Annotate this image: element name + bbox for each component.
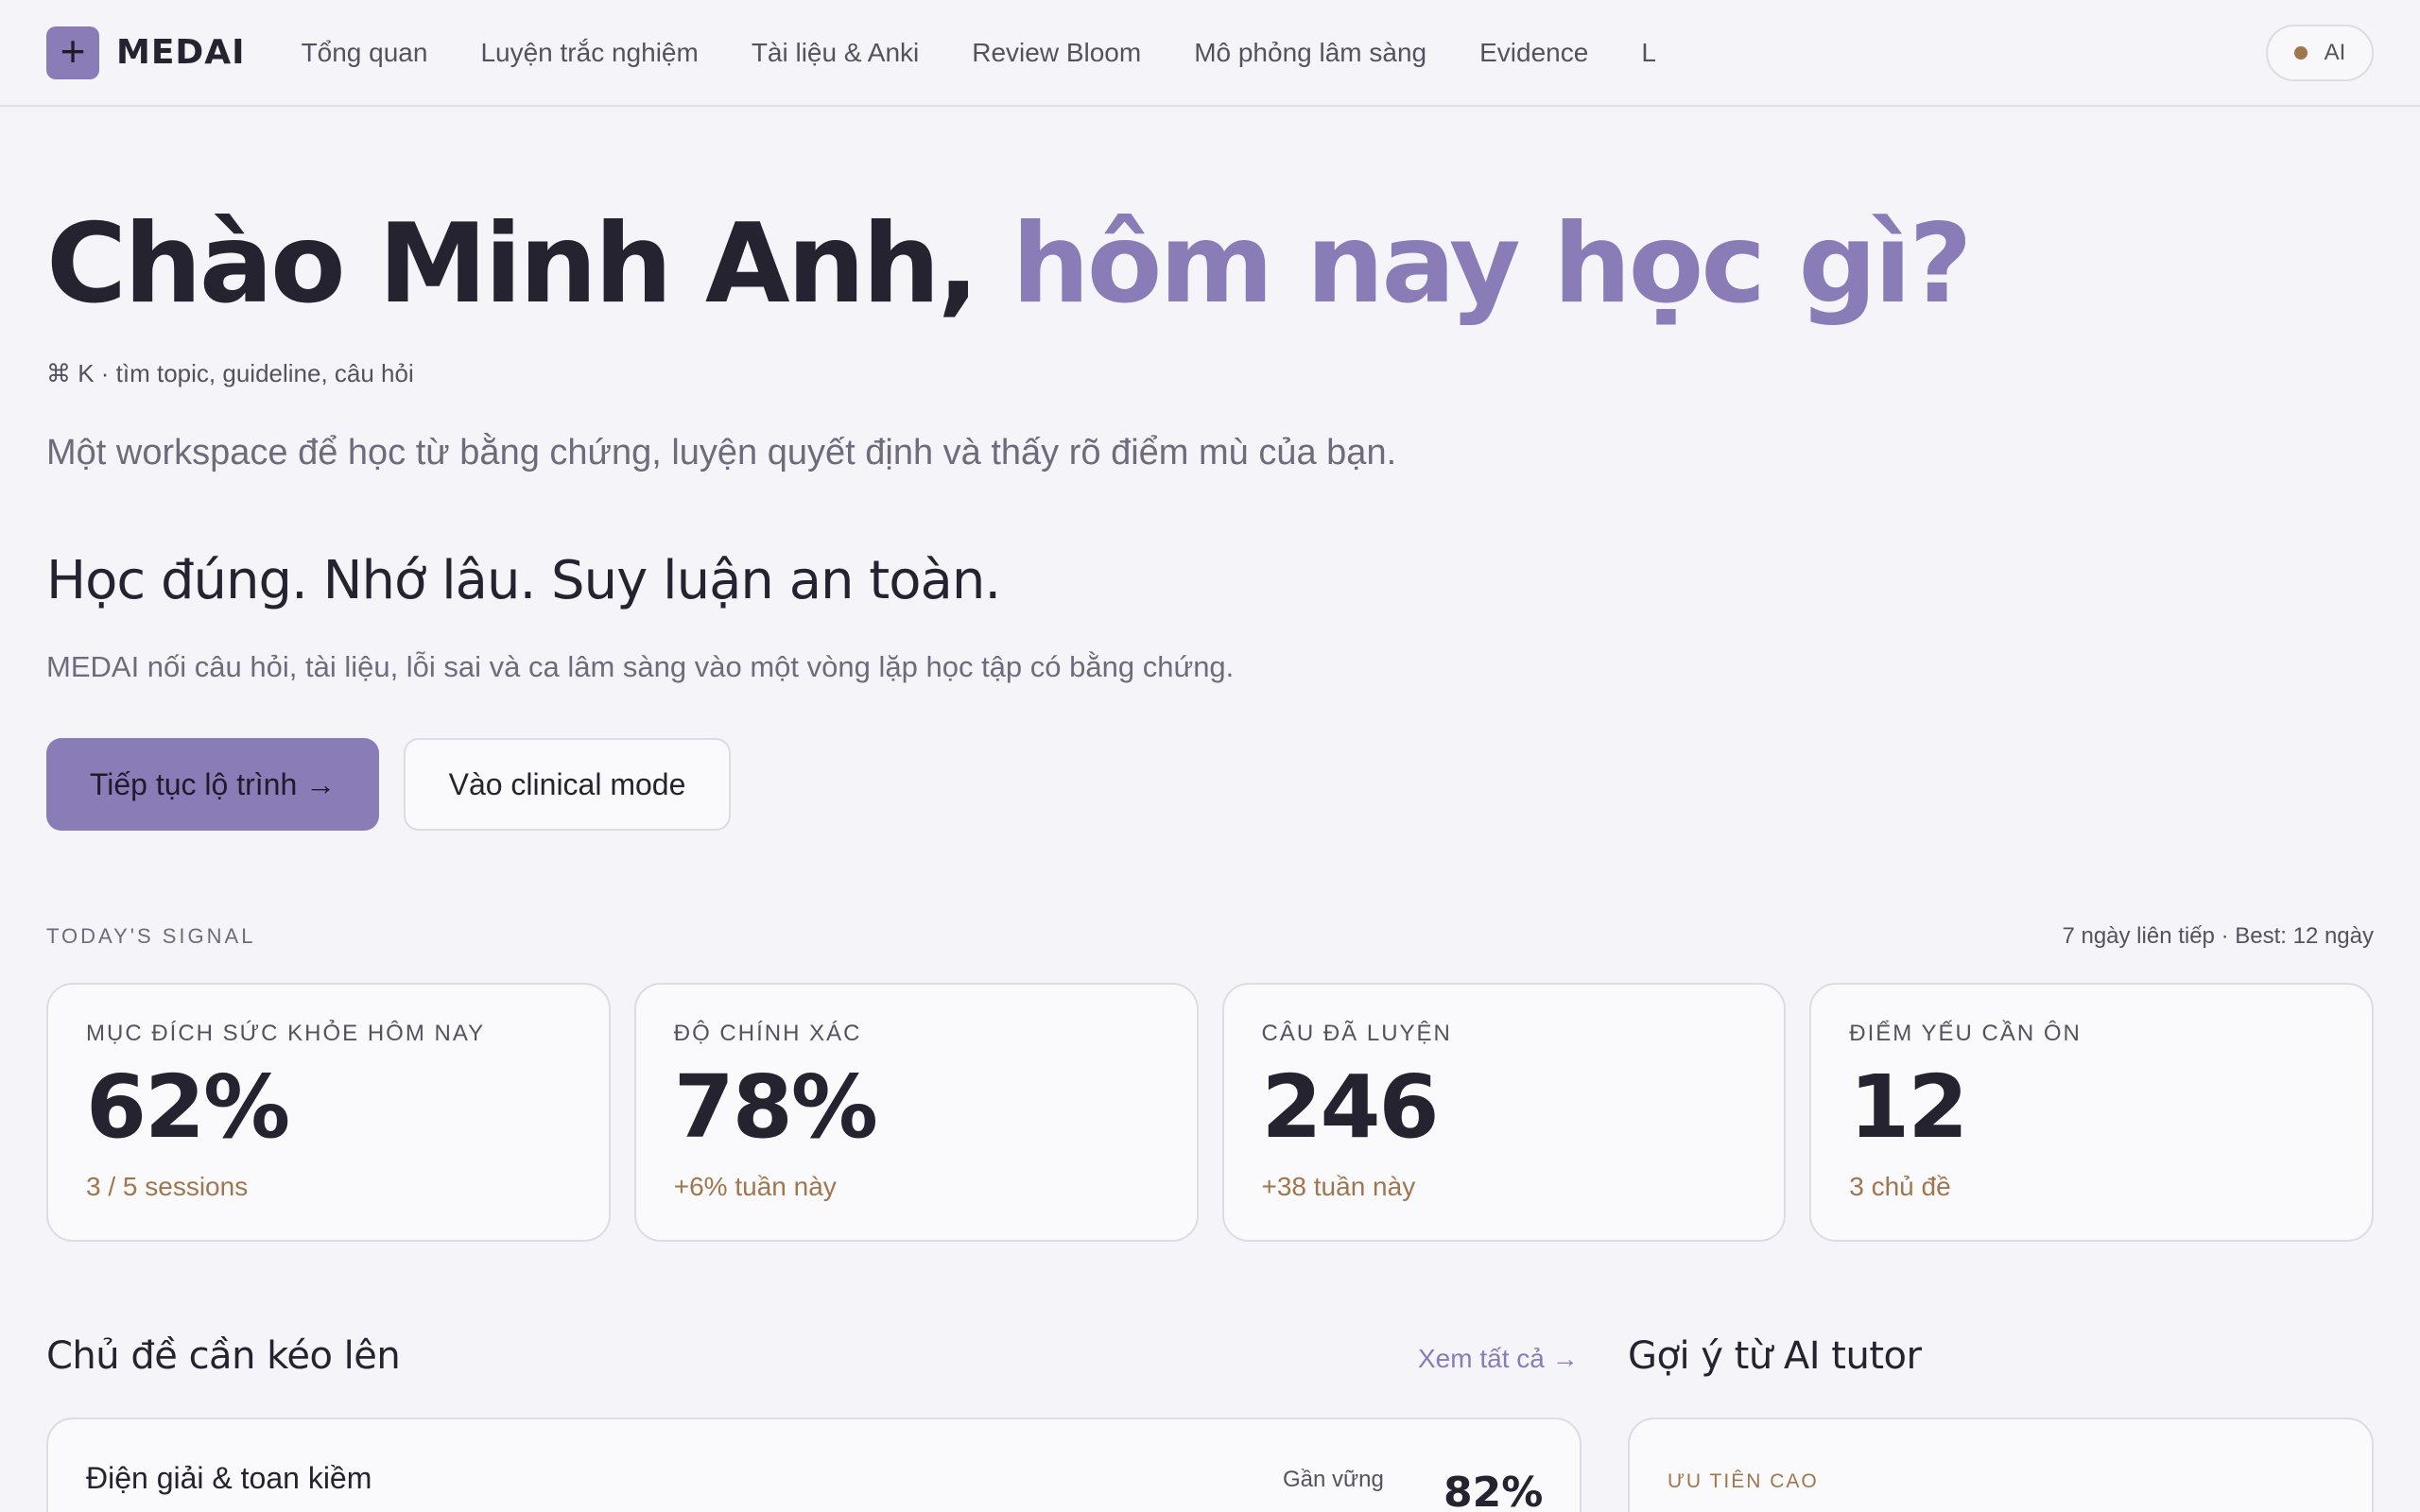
priority-label: ƯU TIÊN CAO (1668, 1470, 1819, 1492)
logo-mark-glyph: + (60, 26, 86, 76)
stat-card-label: CÂU ĐÃ LUYỆN (1261, 1021, 1452, 1046)
stat-card-note: 3 chủ đề (1849, 1172, 1951, 1201)
see-all-topics-link[interactable]: Xem tất cả → (1418, 1344, 1579, 1374)
nav-link-evidence[interactable]: Evidence (1479, 38, 1588, 68)
continue-path-button[interactable]: Tiếp tục lộ trình → (46, 738, 379, 831)
logo-plus-icon[interactable]: + (46, 26, 99, 79)
nav-link-truncated[interactable]: L (1641, 38, 1656, 68)
stat-card-label: MỤC ĐÍCH SỨC KHỎE HÔM NAY (86, 1021, 486, 1046)
stat-card-label: ĐỘ CHÍNH XÁC (673, 1021, 862, 1046)
nav-link-docs-anki[interactable]: Tài liệu & Anki (752, 38, 919, 68)
stat-card-value: 12 (1849, 1057, 1968, 1158)
stat-card-value: 62% (86, 1057, 290, 1158)
signal-cards: MỤC ĐÍCH SỨC KHỎE HÔM NAY 62% 3 / 5 sess… (46, 983, 2374, 1242)
hero-tagline: Học đúng. Nhớ lâu. Suy luận an toàn. (46, 550, 1001, 611)
hero-lead: Một workspace để học từ bằng chứng, luyệ… (46, 433, 1397, 472)
stat-card-note: +38 tuần này (1261, 1172, 1416, 1201)
nav-link-overview[interactable]: Tổng quan (302, 38, 428, 68)
hero-title-main: Chào Minh Anh, (46, 200, 979, 328)
topics-section-title: Chủ đề cần kéo lên (46, 1334, 401, 1378)
nav-link-review-bloom[interactable]: Review Bloom (972, 38, 1141, 68)
stat-card-note: 3 / 5 sessions (86, 1172, 249, 1201)
top-nav: + MEDAI Tổng quan Luyện trắc nghiệm Tài … (0, 0, 2420, 107)
streak-info: 7 ngày liên tiếp · Best: 12 ngày (2062, 923, 2374, 949)
topic-item[interactable]: Điện giải & toan kiềm Gần vững 82% (46, 1418, 1582, 1512)
nav-link-clinical-sim[interactable]: Mô phỏng lâm sàng (1194, 38, 1426, 68)
stat-card-value: 246 (1261, 1057, 1440, 1158)
stat-card-health-purpose[interactable]: MỤC ĐÍCH SỨC KHỎE HÔM NAY 62% 3 / 5 sess… (46, 983, 611, 1242)
status-dot-icon (2293, 45, 2308, 60)
stat-card-weak-points[interactable]: ĐIỂM YẾU CẦN ÔN 12 3 chủ đề (1809, 983, 2374, 1242)
stat-card-accuracy[interactable]: ĐỘ CHÍNH XÁC 78% +6% tuần này (633, 983, 1199, 1242)
signal-section-label: TODAY'S SIGNAL (46, 924, 256, 948)
logo-text[interactable]: MEDAI (116, 33, 246, 72)
hero-subtitle: MEDAI nối câu hỏi, tài liệu, lỗi sai và … (46, 650, 1235, 683)
ai-status-pill[interactable]: AI (2266, 24, 2374, 81)
clinical-mode-button[interactable]: Vào clinical mode (404, 738, 731, 831)
topic-name: Điện giải & toan kiềm (86, 1461, 372, 1495)
ai-pill-label: AI (2324, 39, 2346, 65)
stat-card-value: 78% (673, 1057, 878, 1158)
command-k-shortcut[interactable]: ⌘ K · tìm topic, guideline, câu hỏi (46, 359, 414, 388)
nav-links: Tổng quan Luyện trắc nghiệm Tài liệu & A… (302, 38, 1709, 68)
hero-title: Chào Minh Anh, hôm nay học gì? (46, 198, 1973, 330)
ai-suggestion-card[interactable]: ƯU TIÊN CAO (1628, 1418, 2374, 1512)
nav-right: AI (2266, 24, 2374, 81)
stat-card-note: +6% tuần này (673, 1172, 837, 1201)
nav-link-quiz[interactable]: Luyện trắc nghiệm (480, 38, 698, 68)
stat-card-label: ĐIỂM YẾU CẦN ÔN (1849, 1021, 2082, 1046)
hero-title-accent: hôm nay học gì? (1011, 200, 1972, 328)
topic-status: Gần vững (1283, 1467, 1384, 1492)
stat-card-questions-practiced[interactable]: CÂU ĐÃ LUYỆN 246 +38 tuần này (1221, 983, 1787, 1242)
ai-tutor-section-title: Gợi ý từ AI tutor (1628, 1334, 1922, 1378)
topic-percentage: 82% (1443, 1469, 1544, 1512)
